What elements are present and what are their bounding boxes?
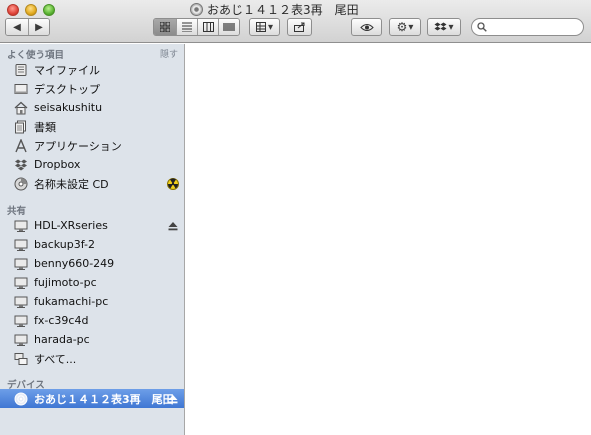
computer-icon [14,333,28,347]
sidebar-item-label: fujimoto-pc [34,276,97,289]
arrange-dropdown-icon: ▾ [267,21,274,33]
sidebar-item-label: アプリケーション [34,139,122,153]
column-view-icon [202,22,214,32]
forward-button[interactable]: ▶ [28,19,49,35]
applications-icon [14,138,28,153]
window-titlebar: おあじ１４１２表3再 尾田 ◀ ▶ ▾ ⚙ ▾ ▾ [0,0,591,43]
list-view-button[interactable] [176,19,197,35]
disc-icon [190,2,203,16]
sidebar-item-all-shared[interactable]: すべて... [0,349,184,368]
cd-icon [14,177,28,191]
sidebar-item-harada-pc[interactable]: harada-pc [0,330,184,349]
sidebar-item-my-files[interactable]: マイファイル [0,60,184,79]
sidebar-item-label: Dropbox [34,158,81,171]
sidebar-item-label: seisakushitu [34,101,103,114]
computer-icon [14,295,28,309]
computer-icon [14,276,28,290]
sidebar-item-label: backup3f-2 [34,238,95,251]
cover-flow-button[interactable] [218,19,239,35]
sidebar-item-label: harada-pc [34,333,90,346]
computer-icon [14,238,28,252]
home-icon [14,101,28,115]
sidebar-item-fukamachi-pc[interactable]: fukamachi-pc [0,292,184,311]
sidebar-item-label: fx-c39c4d [34,314,89,327]
action-dropdown-icon: ▾ [408,21,414,33]
eye-icon [359,23,374,31]
zoom-window-button[interactable] [43,4,55,16]
favorites-header: よく使う項目 [7,50,65,61]
arrange-icon [255,22,266,32]
eject-icon[interactable] [168,221,178,231]
forward-arrow-icon: ▶ [35,21,43,33]
back-button[interactable]: ◀ [6,19,28,35]
sidebar-item-label: おあじ１４１２表3再 尾田 [34,392,174,406]
dropbox-icon [434,22,447,30]
sidebar-item-documents[interactable]: 書類 [0,117,184,136]
sidebar-item-dropbox[interactable]: Dropbox [0,155,184,174]
sidebar-item-hdl-xrseries[interactable]: HDL-XRseries [0,216,184,235]
server-icon [14,219,28,233]
network-icon [14,352,28,366]
search-input[interactable] [491,21,581,33]
column-view-button[interactable] [197,19,218,35]
close-window-button[interactable] [7,4,19,16]
window-title: おあじ１４１２表3再 尾田 [190,1,359,17]
dropbox-toolbar-button[interactable]: ▾ [427,18,461,36]
eject-icon[interactable] [168,394,178,404]
view-mode-control [153,18,240,36]
file-browser-content[interactable] [186,44,591,435]
computer-icon [14,314,28,328]
sidebar-item-label: マイファイル [34,63,100,77]
sidebar-item-backup3f-2[interactable]: backup3f-2 [0,235,184,254]
share-icon [293,22,304,32]
sidebar-item-label: fukamachi-pc [34,295,109,308]
arrange-button[interactable]: ▾ [249,18,280,36]
burn-icon[interactable] [167,177,179,190]
icon-view-icon [160,22,170,32]
shared-header: 共有 [7,206,27,217]
cover-flow-icon [223,23,235,31]
sidebar-item-benny660-249[interactable]: benny660-249 [0,254,184,273]
sidebar-item-applications[interactable]: アプリケーション [0,136,184,155]
sidebar-item-label: デスクトップ [34,82,100,96]
documents-icon [14,120,28,134]
minimize-window-button[interactable] [25,4,37,16]
sidebar-item-fx-c39c4d[interactable]: fx-c39c4d [0,311,184,330]
list-view-icon [182,22,192,32]
back-arrow-icon: ◀ [13,21,21,33]
favorites-hide-link[interactable]: 隠す [160,47,178,60]
sidebar-item-label: benny660-249 [34,257,115,270]
sidebar-item-fujimoto-pc[interactable]: fujimoto-pc [0,273,184,292]
desktop-icon [14,82,28,96]
action-button[interactable]: ⚙ ▾ [389,18,421,36]
all-my-files-icon [14,63,28,77]
computer-icon [14,257,28,271]
back-forward-control: ◀ ▶ [5,18,50,36]
share-button[interactable] [287,18,312,36]
search-icon [477,22,487,32]
icon-view-button[interactable] [154,19,176,35]
dropbox-icon [14,158,28,172]
dropbox-dropdown-icon: ▾ [448,21,454,33]
sidebar-item-label: HDL-XRseries [34,219,108,232]
sidebar-item-desktop[interactable]: デスクトップ [0,79,184,98]
sidebar-item-untitled-cd[interactable]: 名称未設定 CD [0,174,184,193]
sidebar-item-device-disc[interactable]: おあじ１４１２表3再 尾田 [0,389,184,408]
quick-look-button[interactable] [351,18,382,36]
sidebar-item-home[interactable]: seisakushitu [0,98,184,117]
gear-icon: ⚙ [396,20,408,34]
sidebar-item-label: 名称未設定 CD [34,177,109,191]
sidebar-item-label: 書類 [34,120,56,134]
disc-icon [14,392,28,406]
sidebar: よく使う項目 隠す マイファイル デスクトップ seisakushitu 書類 … [0,44,185,435]
sidebar-item-label: すべて... [34,352,77,366]
window-title-text: おあじ１４１２表3再 尾田 [207,2,359,17]
search-field[interactable] [471,18,584,36]
